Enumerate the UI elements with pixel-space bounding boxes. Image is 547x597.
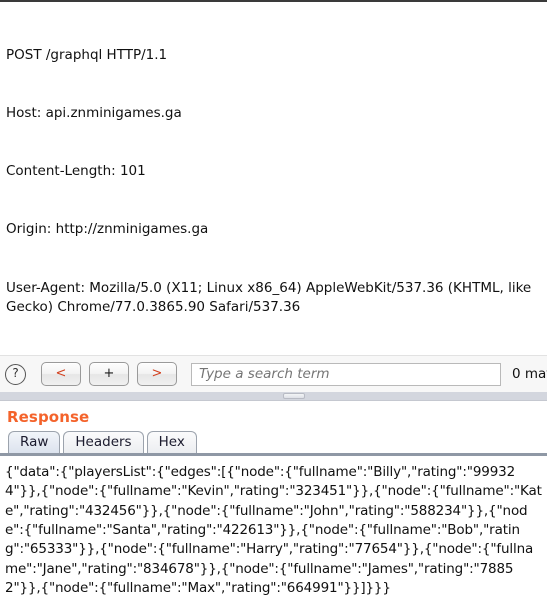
header-content-length: Content-Length: 101	[6, 163, 146, 180]
search-add-button[interactable]: +	[89, 362, 129, 386]
header-host: Host: api.znminigames.ga	[6, 105, 182, 122]
response-panel: Response Raw Headers Hex {"data":{"playe…	[0, 401, 547, 597]
request-line: POST /graphql HTTP/1.1	[6, 46, 168, 63]
search-prev-button[interactable]: <	[41, 362, 81, 386]
help-circle-icon[interactable]: ?	[5, 363, 26, 385]
response-section-title: Response	[7, 408, 90, 426]
tab-hex[interactable]: Hex	[146, 430, 197, 453]
response-body-raw[interactable]: {"data":{"playersList":{"edges":[{"node"…	[0, 456, 547, 597]
response-tab-bar: Raw Headers Hex	[0, 429, 547, 453]
header-user-agent: User-Agent: Mozilla/5.0 (X11; Linux x86_…	[6, 279, 536, 316]
request-panel[interactable]: POST /graphql HTTP/1.1 Host: api.znminig…	[0, 2, 547, 355]
request-headers-block: POST /graphql HTTP/1.1 Host: api.znminig…	[0, 2, 547, 355]
http-message-viewer: POST /graphql HTTP/1.1 Host: api.znminig…	[0, 0, 547, 597]
panel-splitter[interactable]	[0, 392, 547, 401]
search-next-button[interactable]: >	[137, 362, 177, 386]
tab-raw[interactable]: Raw	[8, 430, 61, 453]
search-input[interactable]	[191, 362, 501, 386]
search-toolbar: ? < + > 0 matc	[0, 355, 547, 392]
match-count-label: 0 matc	[512, 366, 547, 382]
tab-underline	[0, 452, 547, 456]
header-origin: Origin: http://znminigames.ga	[6, 221, 209, 238]
tab-headers[interactable]: Headers	[63, 430, 144, 453]
splitter-grip-handle[interactable]	[283, 393, 305, 399]
